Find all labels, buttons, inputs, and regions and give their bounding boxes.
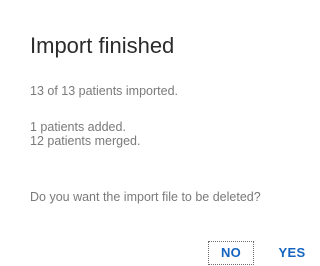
imported-summary-text: 13 of 13 patients imported. bbox=[30, 84, 179, 98]
yes-button[interactable]: YES bbox=[270, 240, 314, 266]
merged-summary-text: 12 patients merged. bbox=[30, 134, 141, 148]
dialog-actions: NO YES bbox=[0, 240, 320, 266]
added-summary-text: 1 patients added. bbox=[30, 120, 126, 134]
delete-file-question: Do you want the import file to be delete… bbox=[30, 190, 261, 204]
dialog-title: Import finished bbox=[30, 33, 175, 58]
import-finished-dialog: Import finished 13 of 13 patients import… bbox=[0, 0, 320, 266]
no-button[interactable]: NO bbox=[207, 240, 255, 266]
